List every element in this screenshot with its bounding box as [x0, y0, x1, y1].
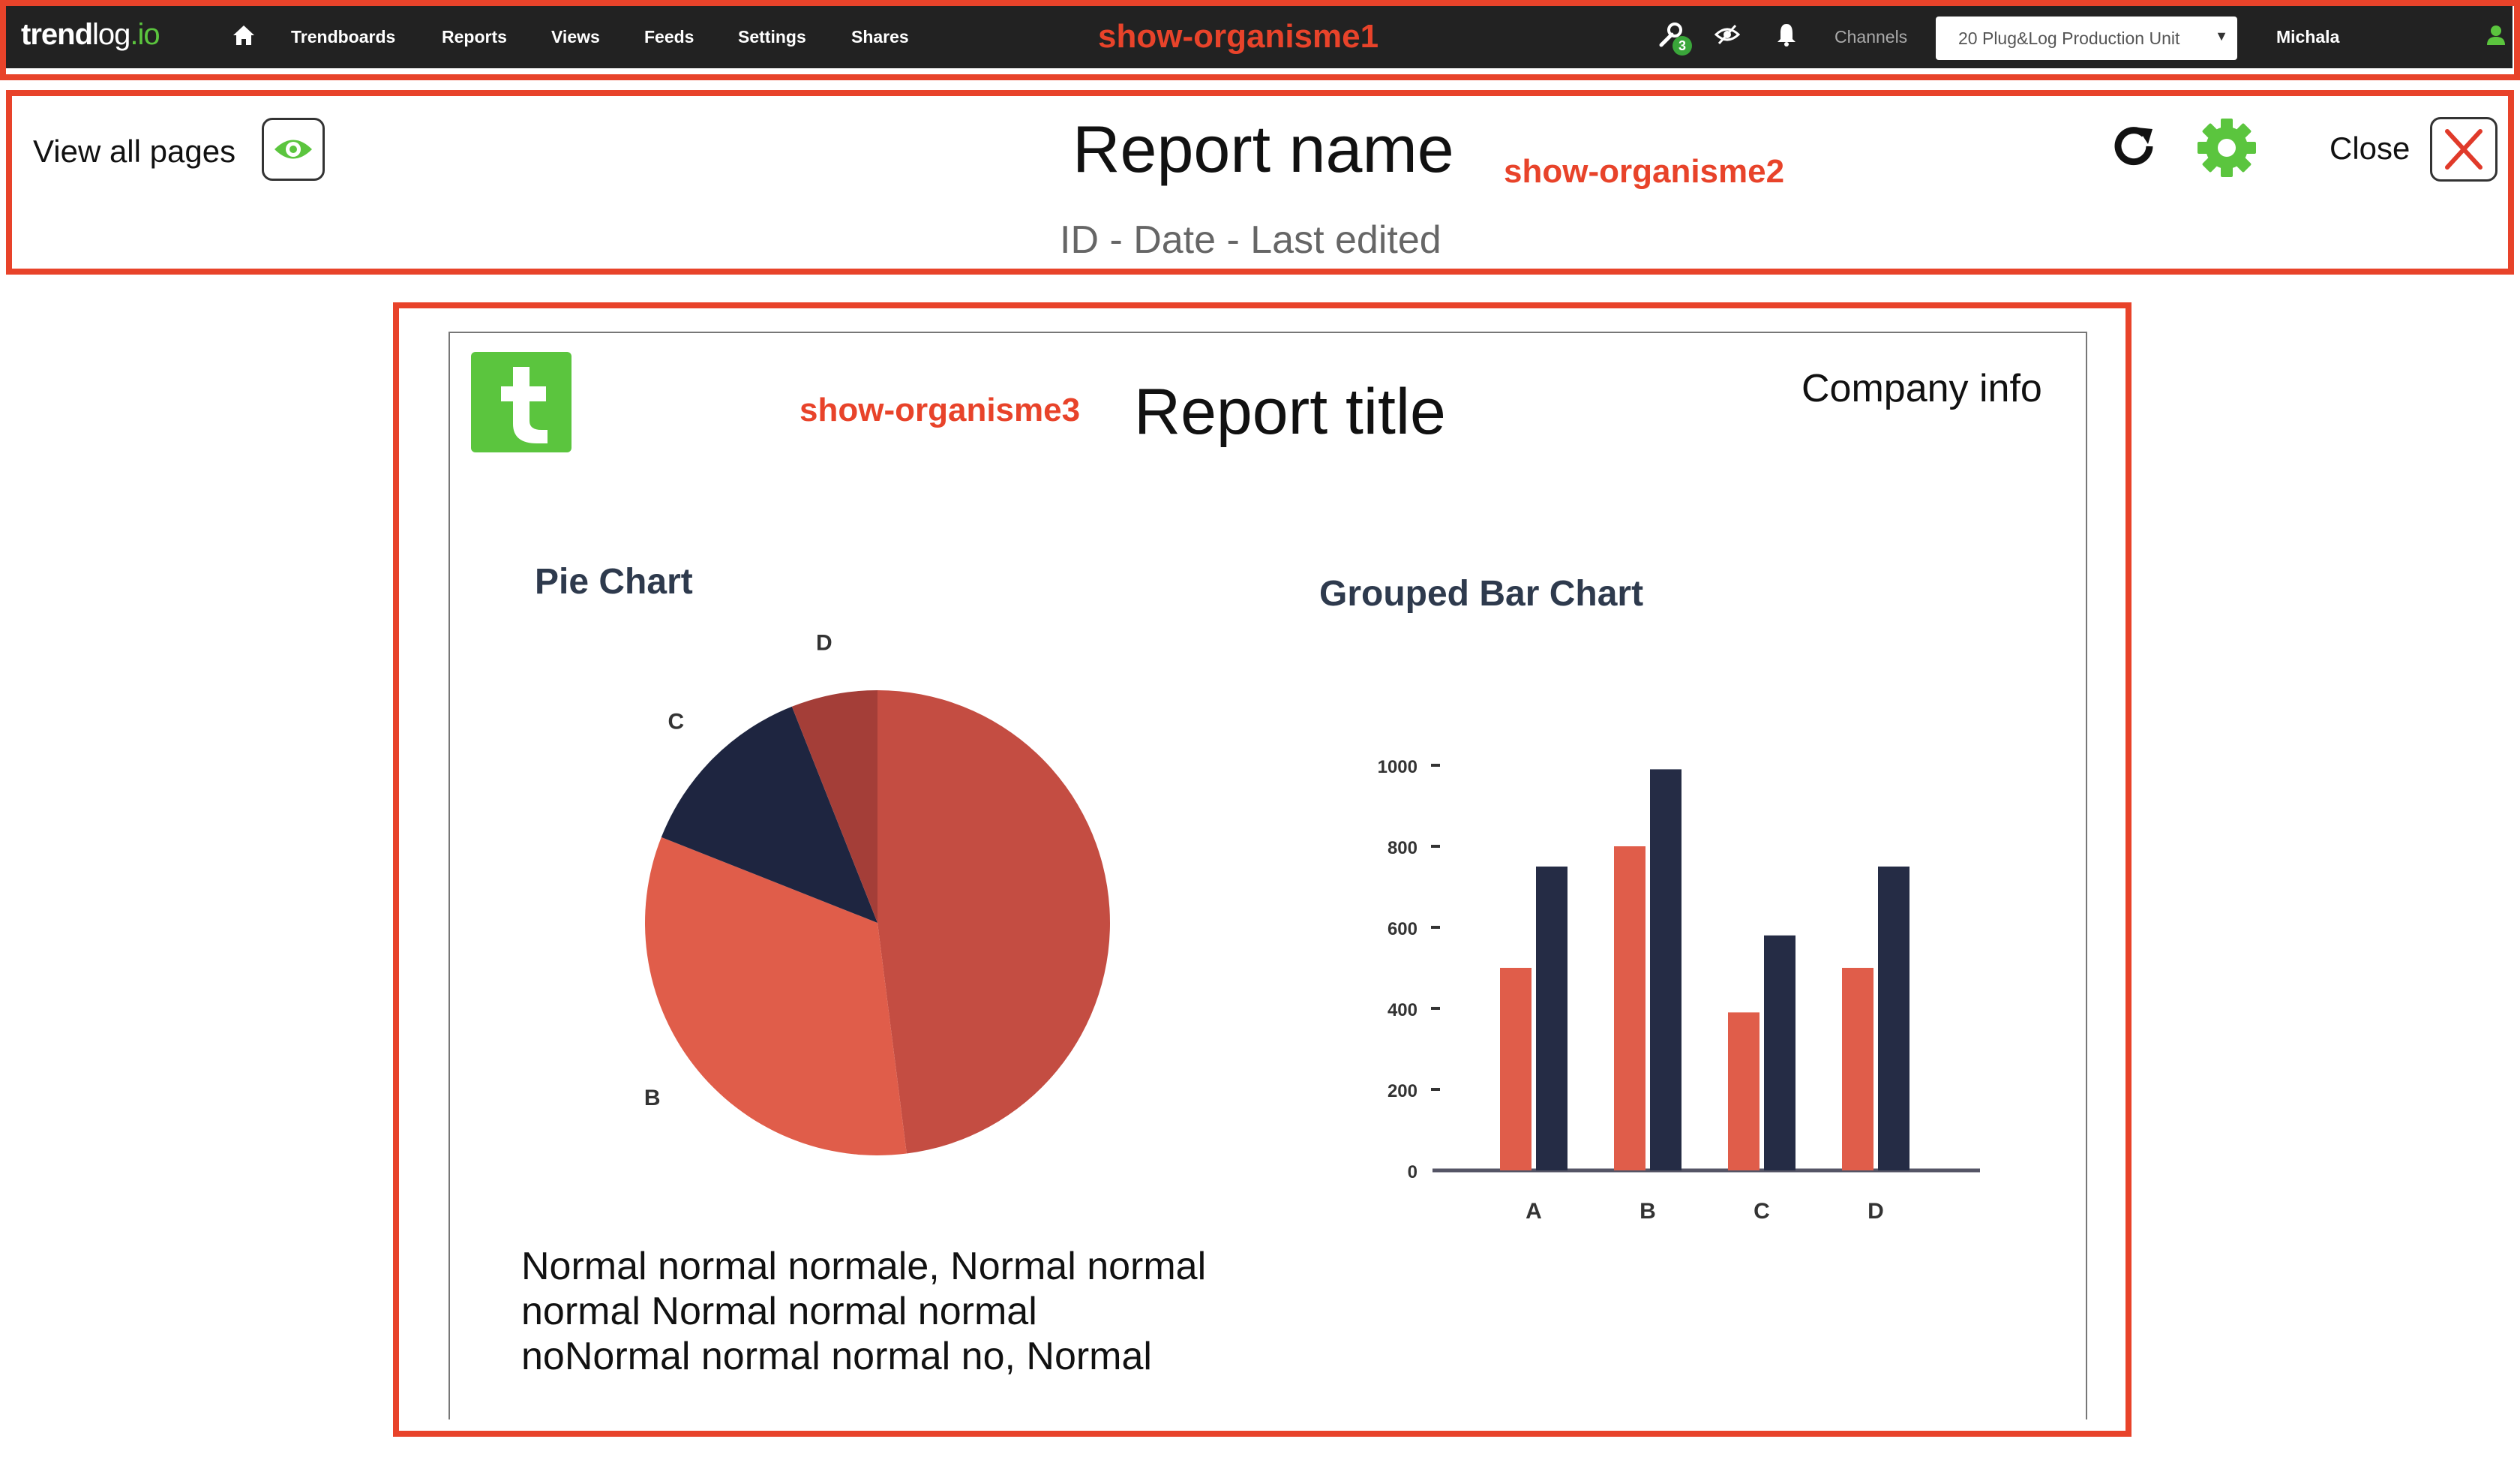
view-all-pages-label: View all pages	[33, 134, 236, 169]
y-tick-label: 600	[1388, 919, 1418, 939]
y-tick-label: 800	[1388, 838, 1418, 858]
view-all-pages-button[interactable]	[262, 118, 325, 181]
close-icon	[2445, 129, 2482, 170]
bar-a-series1	[1500, 968, 1532, 1170]
nav-shares[interactable]: Shares	[851, 27, 909, 47]
gear-icon[interactable]	[2196, 117, 2258, 179]
pie-label-b: B	[644, 1086, 661, 1110]
channel-select[interactable]: 20 Plug&Log Production Unit ▼	[1936, 17, 2237, 60]
nav-settings[interactable]: Settings	[738, 27, 806, 47]
pie-label-d: D	[816, 631, 832, 656]
close-button[interactable]	[2430, 117, 2498, 182]
y-tick-label: 0	[1408, 1162, 1418, 1182]
bell-icon[interactable]	[1776, 23, 1797, 47]
nav-feeds[interactable]: Feeds	[644, 27, 694, 47]
annotation-label-1: show-organisme1	[1098, 18, 1379, 55]
home-icon[interactable]	[232, 24, 256, 47]
grouped-bar-chart: 0 200 400 600 800 1000 A B C D	[1378, 757, 1980, 1224]
pie-label-c: C	[668, 709, 684, 734]
nav-views[interactable]: Views	[551, 27, 600, 47]
report-meta: ID - Date - Last edited	[1060, 218, 1442, 262]
bar-chart-title: Grouped Bar Chart	[1319, 574, 1644, 614]
bar-d-series1	[1842, 968, 1874, 1170]
y-tick-label: 1000	[1378, 757, 1418, 777]
annotation-label-2: show-organisme2	[1504, 153, 1785, 190]
pie-chart: ABCD	[644, 631, 1110, 1155]
hidden-eye-icon[interactable]	[1714, 23, 1740, 47]
nav-trendboards[interactable]: Trendboards	[291, 27, 395, 47]
x-tick-label-d: D	[1868, 1199, 1884, 1224]
refresh-icon[interactable]	[2108, 120, 2160, 173]
bar-d-series2	[1878, 867, 1910, 1170]
bar-b-series2	[1650, 769, 1682, 1170]
notification-count-badge: 3	[1672, 36, 1692, 56]
x-tick-label-c: C	[1754, 1199, 1770, 1224]
bar-c-series1	[1728, 1012, 1760, 1170]
chevron-down-icon: ▼	[2215, 29, 2228, 44]
company-info: Company info	[1802, 367, 2042, 410]
nav-reports[interactable]: Reports	[442, 27, 507, 47]
report-name[interactable]: Report name	[1072, 111, 1454, 188]
user-icon[interactable]	[2486, 24, 2506, 47]
t-logo-icon	[501, 367, 548, 443]
pie-chart-title: Pie Chart	[535, 562, 693, 602]
channel-select-value: 20 Plug&Log Production Unit	[1958, 29, 2180, 48]
close-label: Close	[2330, 131, 2410, 166]
eye-icon	[274, 140, 312, 159]
report-logo	[471, 352, 572, 452]
y-tick-label: 200	[1388, 1081, 1418, 1101]
bar-c-series2	[1764, 935, 1796, 1170]
bar-a-series2	[1536, 867, 1568, 1170]
report-paragraph: Normal normal normale, Normal normal nor…	[521, 1245, 1207, 1378]
user-name[interactable]: Michala	[2276, 27, 2339, 47]
channels-label: Channels	[1834, 27, 1908, 47]
bar-b-series1	[1614, 846, 1646, 1170]
y-tick-label: 400	[1388, 1000, 1418, 1020]
x-tick-label-b: B	[1640, 1199, 1656, 1224]
trendlog-logo[interactable]: trendlog.io	[21, 18, 160, 52]
annotation-label-3: show-organisme3	[800, 392, 1081, 428]
report-title[interactable]: Report title	[1134, 375, 1446, 449]
pie-slice-a	[878, 690, 1110, 1154]
x-tick-label-a: A	[1526, 1199, 1542, 1224]
